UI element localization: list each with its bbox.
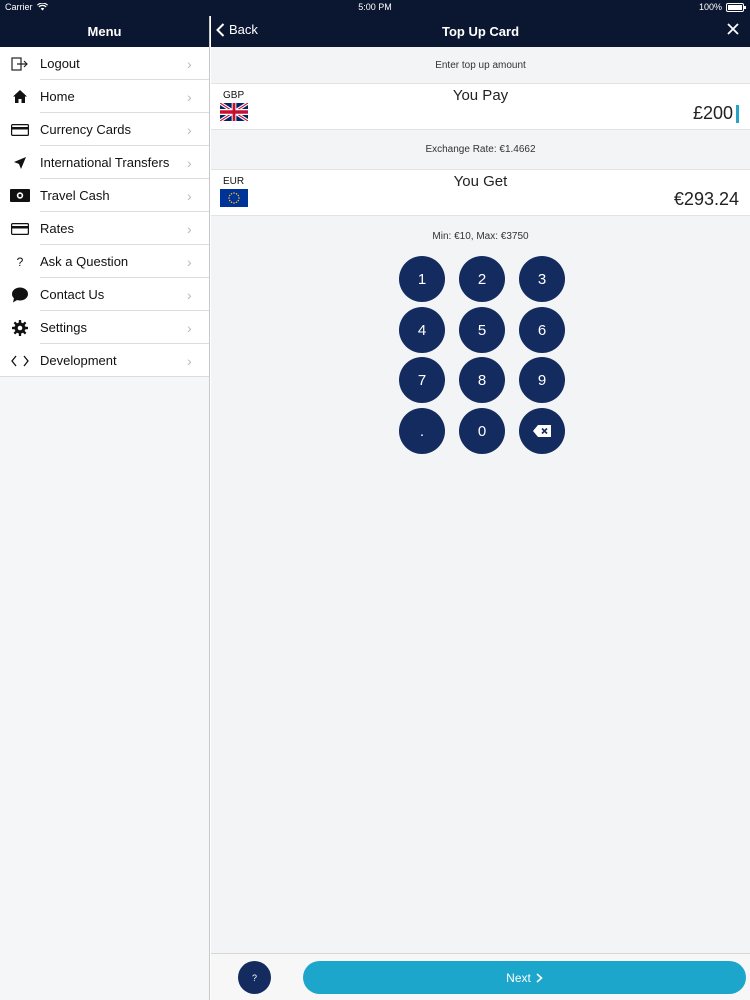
close-button[interactable] [727, 22, 739, 40]
menu-list: Logout › Home › Currency Cards › Interna… [0, 47, 209, 377]
chevron-left-icon [216, 22, 225, 37]
get-label: You Get [453, 173, 508, 190]
card-icon [0, 123, 40, 136]
key-decimal[interactable]: . [399, 408, 445, 454]
sidebar-item-currency-cards[interactable]: Currency Cards › [0, 113, 209, 146]
sidebar-item-label: Contact Us [40, 287, 105, 302]
text-cursor [736, 104, 739, 123]
amount-limits: Min: €10, Max: €3750 [432, 230, 529, 242]
pay-amount-field[interactable]: £200 [693, 103, 739, 124]
key-5[interactable]: 5 [459, 307, 505, 353]
sidebar-item-rates[interactable]: Rates › [0, 212, 209, 245]
sidebar: Menu Logout › Home › Currency Cards › In… [0, 16, 210, 1000]
chevron-right-icon: › [187, 286, 192, 303]
top-up-panel: Back Top Up Card Enter top up amount GBP… [211, 16, 750, 1000]
sidebar-item-settings[interactable]: Settings › [0, 311, 209, 344]
logout-icon [0, 56, 40, 71]
next-label: Next [506, 970, 531, 985]
sidebar-item-label: Rates [40, 221, 74, 236]
key-delete[interactable] [519, 408, 565, 454]
chevron-right-icon: › [187, 154, 192, 171]
get-row[interactable]: EUR You Get €293.24 [211, 169, 750, 216]
sidebar-item-logout[interactable]: Logout › [0, 47, 209, 80]
sidebar-item-label: Home [40, 89, 75, 104]
sidebar-item-international-transfers[interactable]: International Transfers › [0, 146, 209, 179]
battery-icon [726, 2, 746, 12]
key-3[interactable]: 3 [519, 256, 565, 302]
chevron-right-icon: › [187, 352, 192, 369]
eu-flag-icon [220, 189, 248, 207]
home-icon [0, 89, 40, 104]
sidebar-item-ask-a-question[interactable]: ? Ask a Question › [0, 245, 209, 278]
status-time: 5:00 PM [358, 2, 392, 12]
pay-amount-value: £200 [692, 103, 733, 123]
chevron-right-icon: › [187, 187, 192, 204]
sidebar-item-label: International Transfers [40, 155, 170, 170]
exchange-rate: Exchange Rate: €1.4662 [425, 144, 536, 155]
key-4[interactable]: 4 [399, 307, 445, 353]
chevron-right-icon: › [187, 121, 192, 138]
pay-row[interactable]: GBP You Pay £200 [211, 83, 750, 130]
bottom-bar: ? Next [211, 953, 750, 1000]
sidebar-item-contact-us[interactable]: Contact Us › [0, 278, 209, 311]
status-bar: Carrier 5:00 PM 100% [0, 0, 750, 16]
back-label: Back [229, 22, 258, 37]
chevron-right-icon: › [187, 55, 192, 72]
sidebar-item-label: Development [40, 353, 117, 368]
chevron-right-icon: › [187, 319, 192, 336]
uk-flag-icon [220, 103, 248, 121]
chat-bubble-icon [0, 287, 40, 303]
code-icon [0, 355, 40, 367]
battery-group: 100% [698, 2, 746, 12]
battery-percent: 100% [698, 2, 722, 12]
key-2[interactable]: 2 [459, 256, 505, 302]
chevron-right-icon: › [187, 88, 192, 105]
cash-icon [0, 189, 40, 202]
chevron-right-icon: › [187, 220, 192, 237]
page-title: Top Up Card [441, 24, 520, 39]
next-button[interactable]: Next [303, 961, 746, 994]
question-icon: ? [16, 254, 24, 269]
key-1[interactable]: 1 [399, 256, 445, 302]
key-8[interactable]: 8 [459, 357, 505, 403]
backspace-icon [533, 425, 551, 437]
pay-label: You Pay [452, 87, 509, 104]
sidebar-item-home[interactable]: Home › [0, 80, 209, 113]
key-0[interactable]: 0 [459, 408, 505, 454]
back-button[interactable]: Back [216, 22, 258, 37]
chevron-right-icon: › [187, 253, 192, 270]
amount-prompt: Enter top up amount [435, 59, 526, 71]
rates-card-icon [0, 222, 40, 235]
send-arrow-icon [0, 156, 40, 170]
chevron-right-icon [536, 972, 543, 983]
sidebar-title: Menu [0, 16, 209, 47]
key-6[interactable]: 6 [519, 307, 565, 353]
key-7[interactable]: 7 [399, 357, 445, 403]
gear-icon [0, 319, 40, 336]
sidebar-item-travel-cash[interactable]: Travel Cash › [0, 179, 209, 212]
sidebar-item-label: Ask a Question [40, 254, 129, 269]
sidebar-item-label: Currency Cards [40, 122, 132, 137]
key-9[interactable]: 9 [519, 357, 565, 403]
sidebar-item-development[interactable]: Development › [0, 344, 209, 377]
sidebar-item-label: Logout [40, 56, 80, 71]
close-icon [727, 23, 739, 35]
sidebar-item-label: Travel Cash [40, 188, 110, 203]
get-amount-value: €293.24 [673, 189, 739, 209]
help-button[interactable]: ? [238, 961, 271, 994]
sidebar-item-label: Settings [40, 320, 87, 335]
nav-bar: Back Top Up Card [211, 16, 750, 47]
